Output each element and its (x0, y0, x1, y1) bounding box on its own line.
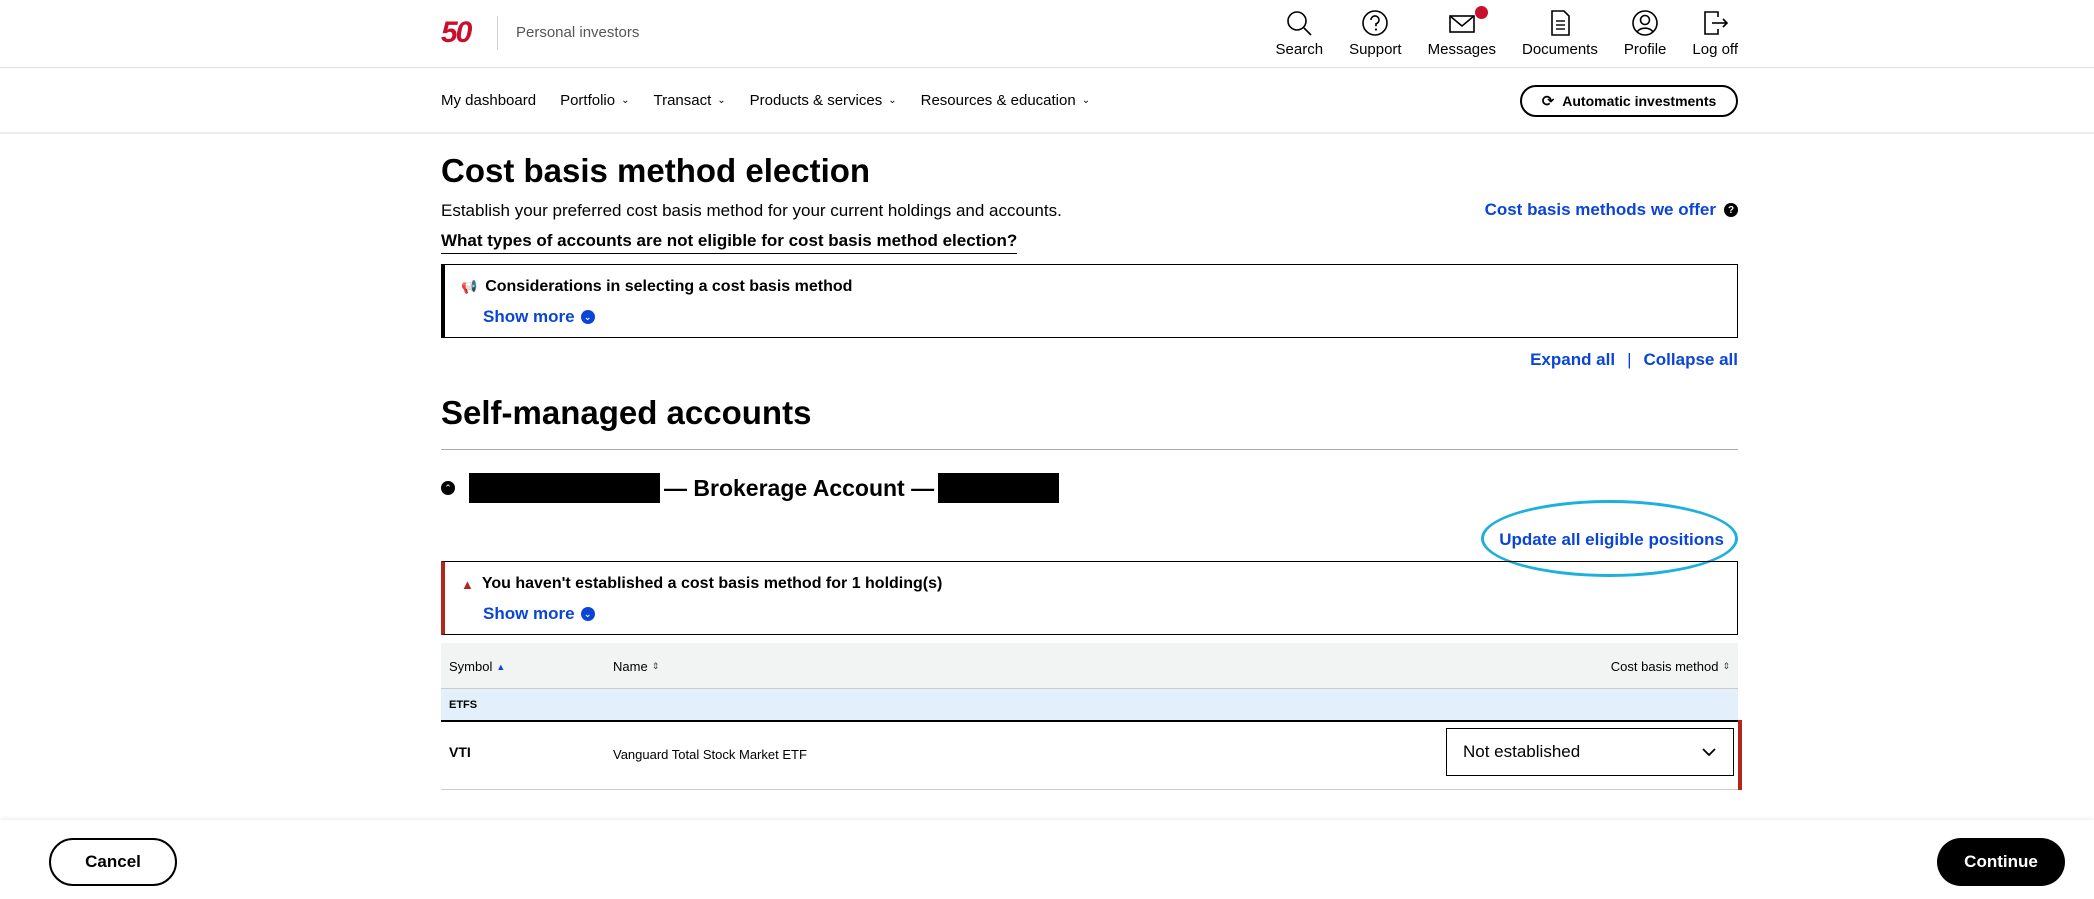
brand-subtitle: Personal investors (516, 24, 640, 41)
user-icon (1632, 10, 1658, 36)
nav-label: Products & services (749, 92, 883, 109)
nav-label: Resources & education (920, 92, 1076, 109)
chevron-down-icon: ⌄ (888, 95, 897, 106)
redacted-account-number (938, 473, 1060, 503)
nav-portfolio[interactable]: Portfolio ⌄ (560, 92, 629, 109)
nav-transact[interactable]: Transact ⌄ (653, 92, 725, 109)
warning-title: You haven't established a cost basis met… (481, 575, 943, 592)
profile-link[interactable]: Profile (1623, 8, 1667, 58)
sort-symbol-header[interactable]: Symbol ▲ (449, 659, 505, 674)
logoff-label: Log off (1692, 41, 1738, 58)
top-header: 50 Personal investors Search Support Mes… (0, 0, 2094, 68)
account-type-label: — Brokerage Account — (664, 474, 935, 501)
messages-label: Messages (1427, 41, 1496, 58)
documents-label: Documents (1521, 41, 1598, 58)
ineligible-accounts-link[interactable]: What types of accounts are not eligible … (441, 231, 1018, 254)
envelope-icon (1448, 15, 1475, 33)
automatic-investments-label: Automatic investments (1562, 93, 1717, 109)
brand-logo[interactable]: 50 (441, 16, 472, 50)
considerations-show-more[interactable]: Show more ⌄ (483, 307, 595, 327)
link-divider: | (1627, 350, 1632, 369)
account-header: ⌃ — Brokerage Account — (441, 472, 1060, 504)
sort-icon: ⇕ (1722, 661, 1730, 671)
search-label: Search (1275, 41, 1324, 58)
expand-collapse-controls: Expand all | Collapse all (1530, 350, 1738, 370)
considerations-title: Considerations in selecting a cost basis… (485, 278, 853, 295)
nav-my-dashboard[interactable]: My dashboard (441, 92, 536, 109)
documents-link[interactable]: Documents (1522, 8, 1598, 58)
group-label: ETFS (449, 699, 478, 711)
logout-icon (1704, 11, 1729, 35)
nav-resources-education[interactable]: Resources & education ⌄ (921, 92, 1090, 109)
missing-method-warning: ▲ You haven't established a cost basis m… (441, 561, 1738, 635)
warning-show-more[interactable]: Show more ⌄ (483, 604, 595, 624)
continue-button[interactable]: Continue (1937, 838, 2065, 886)
warning-icon: ▲ (461, 576, 474, 592)
row-error-indicator (1738, 720, 1742, 790)
chevron-down-icon: ⌄ (580, 310, 595, 324)
profile-label: Profile (1623, 41, 1667, 58)
document-icon (1551, 10, 1570, 36)
action-footer: Cancel Continue (0, 820, 2094, 899)
sort-ascending-icon: ▲ (496, 661, 506, 672)
show-more-label: Show more (483, 307, 575, 326)
holding-name: Vanguard Total Stock Market ETF (613, 747, 807, 762)
megaphone-icon: 📢 (461, 279, 478, 294)
chevron-down-icon (1702, 748, 1716, 757)
sort-name-header[interactable]: Name ⇕ (613, 659, 659, 674)
main-nav: My dashboard Portfolio ⌄ Transact ⌄ Produc… (0, 68, 2094, 134)
cost-basis-header-label: Cost basis method (1610, 659, 1719, 674)
sort-cost-basis-header[interactable]: Cost basis method ⇕ (1611, 659, 1730, 674)
collapse-all-link[interactable]: Collapse all (1644, 350, 1738, 370)
chevron-down-icon: ⌄ (580, 607, 595, 621)
chevron-down-icon: ⌄ (1081, 95, 1091, 106)
messages-link[interactable]: Messages (1427, 6, 1496, 58)
utility-nav: Search Support Messages Documents Profil… (1250, 6, 1738, 58)
page-description: Establish your preferred cost basis meth… (441, 201, 1062, 220)
cost-basis-methods-link[interactable]: Cost basis methods we offer ? (1485, 200, 1738, 220)
chevron-down-icon: ⌄ (621, 95, 630, 106)
chevron-down-icon: ⌄ (717, 95, 726, 106)
chevron-up-icon[interactable]: ⌃ (441, 481, 455, 495)
section-title: Self-managed accounts (441, 394, 812, 431)
automatic-investments-button[interactable]: ⟳ Automatic investments (1520, 85, 1738, 117)
table-group-row: ETFS (441, 689, 1738, 720)
expand-all-link[interactable]: Expand all (1530, 350, 1615, 370)
nav-label: Transact (653, 92, 712, 109)
sort-icon: ⇕ (651, 661, 660, 671)
nav-products-services[interactable]: Products & services ⌄ (750, 92, 897, 109)
help-circle-icon (1362, 10, 1389, 36)
question-icon: ? (1724, 203, 1738, 217)
update-all-eligible-positions-link[interactable]: Update all eligible positions (1499, 530, 1724, 550)
symbol-header-label: Symbol (449, 659, 493, 674)
search-icon (1287, 11, 1312, 36)
considerations-panel: 📢 Considerations in selecting a cost bas… (441, 264, 1738, 338)
selected-method: Not established (1463, 742, 1581, 761)
unread-badge (1474, 6, 1488, 19)
support-label: Support (1349, 41, 1402, 58)
nav-label: Portfolio (560, 92, 616, 109)
logoff-link[interactable]: Log off (1692, 8, 1738, 58)
page-title: Cost basis method election (441, 152, 871, 189)
search-link[interactable]: Search (1275, 8, 1324, 58)
logo-divider (497, 16, 498, 50)
redacted-account-name (469, 473, 660, 503)
cancel-button[interactable]: Cancel (49, 838, 177, 886)
support-link[interactable]: Support (1349, 8, 1402, 58)
table-row: VTI Vanguard Total Stock Market ETF Not … (441, 720, 1738, 790)
nav-label: My dashboard (441, 92, 537, 109)
sync-icon: ⟳ (1541, 93, 1555, 110)
section-divider (441, 449, 1738, 450)
show-more-label: Show more (483, 604, 575, 623)
cost-basis-methods-label: Cost basis methods we offer (1484, 200, 1716, 219)
holding-symbol: VTI (449, 744, 471, 760)
holdings-table-header: Symbol ▲ Name ⇕ Cost basis method ⇕ (441, 643, 1738, 689)
cost-basis-method-select[interactable]: Not established (1446, 728, 1734, 776)
name-header-label: Name (613, 659, 648, 674)
